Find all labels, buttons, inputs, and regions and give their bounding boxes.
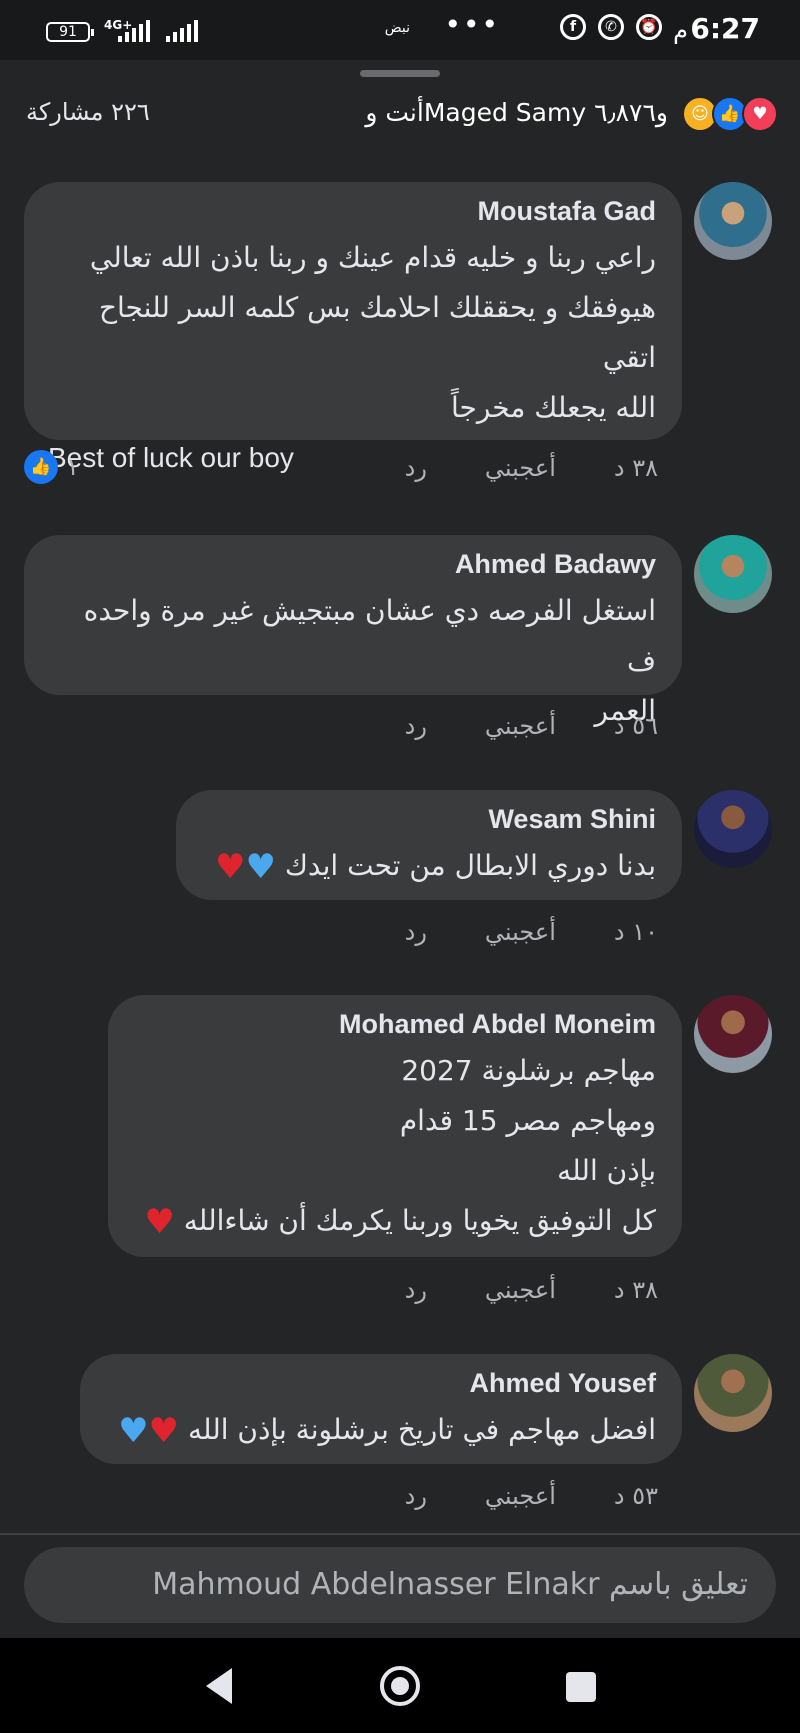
reply-button[interactable]: رد (405, 918, 427, 946)
red-heart-icon: ♥ (144, 1202, 175, 1242)
comment-text-row: بدنا دوري الابطال من تحت ايدك ♥♥ (200, 841, 656, 892)
recent-apps-icon[interactable] (566, 1672, 596, 1702)
signal-strength-icon (118, 20, 150, 42)
whatsapp-icon: ✆ (598, 14, 624, 40)
like-count: ١ (66, 453, 79, 481)
comment-actions: ١٠ د أعجبني رد (405, 918, 658, 946)
signal-strength-icon-2 (166, 20, 198, 42)
comment-text: بإذن الله (557, 1154, 656, 1187)
comment-actions: ٥٣ د أعجبني رد (405, 1482, 658, 1510)
am-pm-label: م (673, 16, 688, 44)
red-heart-icon: ♥ (214, 847, 246, 887)
comment-time: ٣٨ د (613, 1276, 658, 1304)
comment-text: الله يجعلك مخرجاً (451, 391, 656, 424)
status-bar: 91 4G+ نبض ••• f ✆ ⏰ م 6:27 (0, 0, 800, 60)
like-button[interactable]: أعجبني (485, 1276, 556, 1304)
commenter-name[interactable]: Moustafa Gad (48, 196, 656, 227)
red-heart-icon: ♥ (148, 1411, 180, 1451)
comment-time: ٣٨ د (613, 454, 658, 482)
blue-heart-icon: ♥ (245, 847, 276, 887)
comment-bubble: Ahmed Yousef افضل مهاجم في تاريخ برشلونة… (80, 1354, 682, 1464)
avatar[interactable] (694, 535, 772, 613)
comment-actions: ٣٨ د أعجبني رد (405, 1276, 658, 1304)
commenter-name[interactable]: Wesam Shini (200, 804, 656, 835)
like-reaction-icon: 👍 (24, 450, 58, 484)
reply-button[interactable]: رد (405, 454, 427, 482)
alarm-icon: ⏰ (636, 14, 662, 40)
facebook-icon: f (560, 14, 586, 40)
reply-button[interactable]: رد (405, 1276, 427, 1304)
battery-indicator: 91 (46, 22, 94, 42)
comment-bubble: Wesam Shini بدنا دوري الابطال من تحت ايد… (176, 790, 682, 900)
nabd-label: نبض (384, 20, 410, 36)
comment-bubble: Mohamed Abdel Moneim مهاجم برشلونة 2027 … (108, 995, 682, 1257)
comment-text: مهاجم برشلونة 2027 (401, 1054, 656, 1087)
notification-icons: f ✆ ⏰ (560, 14, 662, 40)
reply-button[interactable]: رد (405, 1482, 427, 1510)
comment-time: ٥٣ د (613, 1482, 658, 1510)
reactions-text[interactable]: أنت وMaged Samy و٦٫٨٧٦ (365, 98, 668, 127)
like-button[interactable]: أعجبني (485, 1482, 556, 1510)
reaction-icons: ♥ 👍 ☺ (682, 96, 778, 132)
avatar[interactable] (694, 1354, 772, 1432)
comment-text: استغل الفرصه دي عشان مبتجيش غير مرة واحد… (83, 594, 656, 677)
comment-text-row: افضل مهاجم في تاريخ برشلونة بإذن الله ♥♥ (104, 1405, 656, 1456)
comment-text: ومهاجم مصر 15 قدام (399, 1104, 656, 1137)
comment-text: افضل مهاجم في تاريخ برشلونة بإذن الله (187, 1413, 656, 1446)
back-icon[interactable] (206, 1668, 232, 1704)
avatar[interactable] (694, 995, 772, 1073)
comment-text: كل التوفيق يخويا وربنا يكرمك أن شاءالله (183, 1204, 656, 1237)
avatar[interactable] (694, 182, 772, 260)
reactions-summary[interactable]: ♥ 👍 ☺ أنت وMaged Samy و٦٫٨٧٦ ٢٢٦ مشاركة (0, 92, 800, 136)
more-notifications-icon: ••• (444, 8, 500, 41)
like-button[interactable]: أعجبني (485, 454, 556, 482)
blue-heart-icon: ♥ (118, 1411, 149, 1451)
sheet-drag-handle[interactable] (360, 70, 440, 77)
comment-bubble: Ahmed Badawy استغل الفرصه دي عشان مبتجيش… (24, 535, 682, 727)
commenter-name[interactable]: Mohamed Abdel Moneim (132, 1009, 656, 1040)
comment-text-row: كل التوفيق يخويا وربنا يكرمك أن شاءالله … (132, 1196, 656, 1247)
comment-text: بدنا دوري الابطال من تحت ايدك (284, 849, 656, 882)
home-icon[interactable] (380, 1666, 420, 1706)
commenter-name[interactable]: Ahmed Yousef (104, 1368, 656, 1399)
clock: 6:27 (690, 12, 760, 45)
comment-text: هيوفقك و يحققلك احلامك بس كلمه السر للنج… (98, 291, 656, 374)
comment-like-count[interactable]: 👍 ١ (24, 450, 79, 484)
comment-text: راعي ربنا و خليه قدام عينك و ربنا باذن ا… (89, 241, 656, 274)
like-button[interactable]: أعجبني (485, 918, 556, 946)
comment-bubble: Moustafa Gad راعي ربنا و خليه قدام عينك … (24, 182, 682, 473)
composer-divider (0, 1533, 800, 1535)
commenter-name[interactable]: Ahmed Badawy (48, 549, 656, 580)
comment-input[interactable]: تعليق باسم Mahmoud Abdelnasser Elnakr (24, 1547, 776, 1623)
shares-count[interactable]: ٢٢٦ مشاركة (26, 98, 150, 126)
system-nav-bar (0, 1638, 800, 1733)
comment-actions: ٥٦ د أعجبني رد (405, 712, 658, 740)
reply-button[interactable]: رد (405, 712, 427, 740)
comment-time: ٥٦ د (613, 712, 658, 740)
heart-reaction-icon: ♥ (742, 96, 778, 132)
comment-actions: ٣٨ د أعجبني رد (405, 454, 658, 482)
comment-time: ١٠ د (613, 918, 658, 946)
like-button[interactable]: أعجبني (485, 712, 556, 740)
avatar[interactable] (694, 790, 772, 868)
